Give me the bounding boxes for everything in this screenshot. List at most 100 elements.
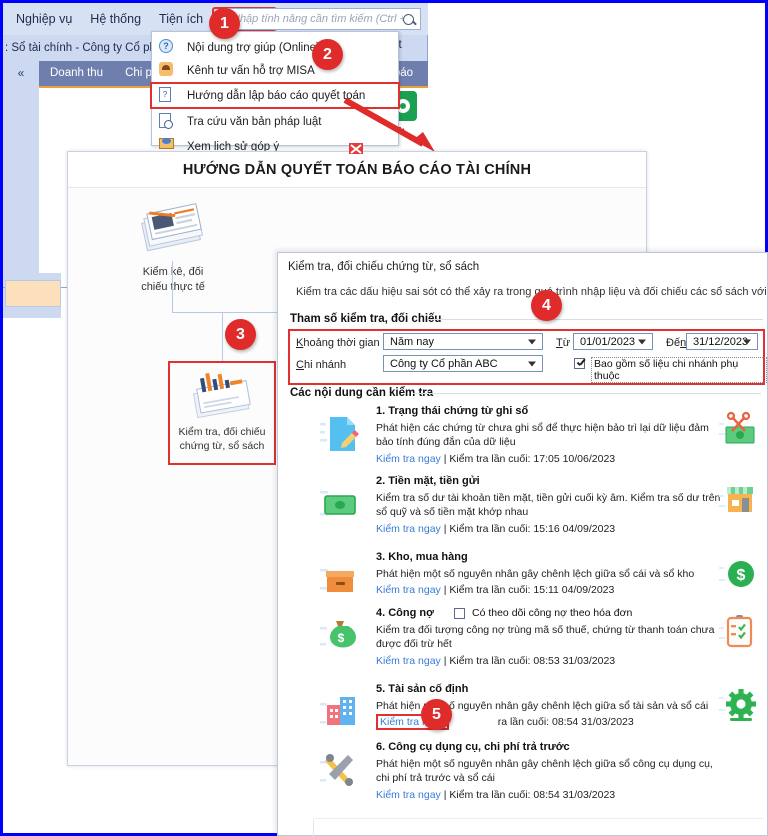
check-item-2[interactable]: 2. Tiền mặt, tiền gửi Kiểm tra số dư tài… bbox=[278, 475, 767, 547]
left-orange-panel bbox=[5, 280, 61, 307]
menu-option-label: Hướng dẫn lập báo cáo quyết toán bbox=[187, 89, 366, 102]
period-label: KKhoảng thời gianhoảng thời gian bbox=[296, 337, 380, 349]
separator: | bbox=[443, 453, 447, 465]
check-item-1-desc: Phát hiện các chứng từ chưa ghi sổ để th… bbox=[376, 422, 709, 449]
check-item-6-desc: Phát hiện một số nguyên nhân gây chênh l… bbox=[376, 758, 713, 785]
store-icon bbox=[719, 481, 759, 519]
check-item-5[interactable]: 5. Tài sản cố định Phát hiện một số nguy… bbox=[278, 683, 767, 741]
to-date-combo[interactable]: 31/12/2023 bbox=[686, 333, 758, 350]
check-item-6[interactable]: 6. Công cụ dụng cụ, chi phí trả trước Ph… bbox=[278, 741, 767, 813]
screenshot-root: Nghiệp vụ Hệ thống Tiện ích Trợ giúp Nhậ… bbox=[0, 0, 768, 836]
check-item-4-title: 4. Công nợ bbox=[376, 607, 434, 619]
check-item-6-last-check: Kiểm tra lần cuối: 08:54 31/03/2023 bbox=[449, 789, 616, 801]
guide-node-kiem-tra-label: Kiểm tra, đối chiếu chứng từ, sổ sách bbox=[170, 425, 274, 453]
step-badge-2: 2 bbox=[312, 39, 343, 70]
check-item-2-title: 2. Tiền mặt, tiền gửi bbox=[376, 475, 480, 487]
connector-line-vertical-2 bbox=[222, 312, 224, 365]
dialog-title: Kiểm tra, đối chiếu chứng từ, sổ sách bbox=[288, 261, 480, 273]
to-date-value: 31/12/2023 bbox=[693, 335, 749, 348]
menu-item-tien-ich[interactable]: Tiện ích bbox=[152, 9, 210, 29]
from-label: Từ bbox=[556, 337, 571, 349]
check-item-6-title: 6. Công cụ dụng cụ, chi phí trả trước bbox=[376, 741, 570, 753]
check-item-1-last-check: Kiểm tra lần cuối: 17:05 10/06/2023 bbox=[449, 453, 616, 465]
menu-option-kenh-tu-van[interactable]: Kênh tư vấn hỗ trợ MISA bbox=[152, 59, 398, 82]
check-item-4-last-check: Kiểm tra lần cuối: 08:53 31/03/2023 bbox=[449, 655, 616, 667]
check-item-4-footer: Kiểm tra ngay | Kiểm tra lần cuối: 08:53… bbox=[376, 655, 615, 667]
check-item-3-last-check: Kiểm tra lần cuối: 15:11 04/09/2023 bbox=[449, 584, 615, 596]
svg-text:$: $ bbox=[737, 567, 746, 584]
from-date-combo[interactable]: 01/01/2023 bbox=[573, 333, 653, 350]
money-scissors-icon bbox=[719, 411, 759, 449]
check-item-3[interactable]: 3. Kho, mua hàng Phát hiện một số nguyên… bbox=[278, 551, 767, 607]
step-badge-1: 1 bbox=[209, 8, 240, 39]
separator: | bbox=[443, 789, 447, 801]
params-group-title: Tham số kiểm tra, đối chiếu bbox=[290, 313, 447, 325]
gear-icon bbox=[719, 687, 759, 725]
check-item-5-last-check: ra lần cuối: 08:54 31/03/2023 bbox=[497, 716, 634, 728]
node-label-line2: chứng từ, sổ sách bbox=[179, 440, 265, 453]
banknote-icon bbox=[318, 483, 362, 525]
check-item-2-link[interactable]: Kiểm tra ngay bbox=[376, 523, 441, 535]
guide-dialog-title: HƯỚNG DẪN QUYẾT TOÁN BÁO CÁO TÀI CHÍNH bbox=[182, 161, 532, 178]
chart-documents-icon bbox=[186, 369, 258, 419]
from-date-value: 01/01/2023 bbox=[580, 335, 636, 348]
check-item-4-link[interactable]: Kiểm tra ngay bbox=[376, 655, 441, 667]
node-label-line1: Kiểm tra, đối chiếu bbox=[178, 426, 266, 438]
include-subsidiary-checkbox[interactable] bbox=[574, 358, 585, 369]
content-group-rule bbox=[413, 393, 761, 394]
connector-line-horizontal bbox=[172, 312, 286, 314]
svg-text:$: $ bbox=[338, 631, 345, 645]
cong-no-invoice-checkbox[interactable] bbox=[454, 608, 465, 619]
guide-dialog-header: HƯỚNG DẪN QUYẾT TOÁN BÁO CÁO TÀI CHÍNH bbox=[68, 152, 646, 188]
tools-icon bbox=[318, 749, 362, 791]
menu-item-nghiep-vu[interactable]: Nghiệp vụ bbox=[9, 9, 79, 29]
chevron-down-icon bbox=[743, 339, 751, 344]
check-item-3-footer: Kiểm tra ngay | Kiểm tra lần cuối: 15:11… bbox=[376, 584, 614, 596]
branch-combo[interactable]: Công ty Cổ phần ABC bbox=[383, 355, 543, 372]
search-input[interactable]: Nhập tính năng cần tìm kiếm (Ctrl + Q) bbox=[225, 8, 421, 30]
search-icon bbox=[403, 13, 414, 25]
menu-option-noi-dung-tro-giup[interactable]: ? Nội dung trợ giúp (Online) bbox=[152, 36, 398, 59]
params-group-rule bbox=[428, 319, 763, 320]
list-left-gutter bbox=[278, 819, 314, 836]
period-value: Năm nay bbox=[390, 335, 435, 348]
content-left-strip bbox=[3, 88, 39, 287]
tab-doanh-thu[interactable]: Doanh thu bbox=[39, 61, 114, 86]
check-item-6-footer: Kiểm tra ngay | Kiểm tra lần cuối: 08:54… bbox=[376, 789, 615, 801]
collapse-sidebar-icon[interactable]: « bbox=[3, 61, 39, 86]
close-icon[interactable] bbox=[348, 141, 368, 157]
list-bottom-separator bbox=[314, 818, 764, 819]
check-item-1-link[interactable]: Kiểm tra ngay bbox=[376, 453, 441, 465]
chevron-down-icon bbox=[528, 339, 536, 344]
check-item-1[interactable]: 1. Trạng thái chứng từ ghi sổ Phát hiện … bbox=[278, 405, 767, 471]
chevron-down-icon bbox=[638, 339, 646, 344]
menu-option-label: Kênh tư vấn hỗ trợ MISA bbox=[187, 64, 315, 77]
period-combo[interactable]: Năm nay bbox=[383, 333, 543, 350]
dialog-description: Kiểm tra các dấu hiệu sai sót có thể xảy… bbox=[296, 286, 766, 298]
check-item-2-last-check: Kiểm tra lần cuối: 15:16 04/09/2023 bbox=[449, 523, 616, 535]
check-item-6-link[interactable]: Kiểm tra ngay bbox=[376, 789, 441, 801]
include-subsidiary-label: Bao gồm số liệu chi nhánh phụ thuộc bbox=[591, 357, 767, 383]
check-item-2-desc: Kiểm tra số dư tài khoản tiền mặt, tiền … bbox=[376, 492, 721, 519]
check-item-1-title: 1. Trạng thái chứng từ ghi sổ bbox=[376, 405, 529, 417]
check-item-1-footer: Kiểm tra ngay | Kiểm tra lần cuối: 17:05… bbox=[376, 453, 615, 465]
check-item-5-title: 5. Tài sản cố định bbox=[376, 683, 469, 695]
dollar-circle-icon: $ bbox=[719, 555, 759, 593]
connector-line-vertical-1 bbox=[172, 261, 174, 313]
separator: | bbox=[443, 584, 447, 596]
check-item-3-link[interactable]: Kiểm tra ngay bbox=[376, 584, 441, 596]
step-badge-4: 4 bbox=[531, 290, 562, 321]
check-item-5-footer: Kiểm tra ngay ra lần cuối: 08:54 31/03/2… bbox=[376, 714, 634, 730]
help-circle-icon: ? bbox=[159, 39, 178, 56]
advisor-person-icon bbox=[159, 62, 178, 79]
menu-option-label: Nội dung trợ giúp (Online) bbox=[187, 41, 320, 54]
menu-item-he-thong[interactable]: Hệ thống bbox=[83, 9, 148, 29]
cong-no-invoice-label: Có theo dõi công nợ theo hóa đơn bbox=[472, 607, 633, 619]
check-item-4-desc: Kiểm tra đối tượng công nợ trùng mã số t… bbox=[376, 624, 715, 651]
money-bag-icon: $ bbox=[318, 615, 362, 657]
left-panel-top-spacer bbox=[5, 273, 61, 280]
guide-node-kiem-tra-doi-chieu[interactable]: Kiểm tra, đối chiếu chứng từ, sổ sách bbox=[168, 361, 276, 465]
check-item-4[interactable]: $ 4. Công nợ Có theo dõi công nợ theo hó… bbox=[278, 607, 767, 679]
newspaper-icon bbox=[136, 203, 210, 259]
check-item-2-footer: Kiểm tra ngay | Kiểm tra lần cuối: 15:16… bbox=[376, 523, 615, 535]
